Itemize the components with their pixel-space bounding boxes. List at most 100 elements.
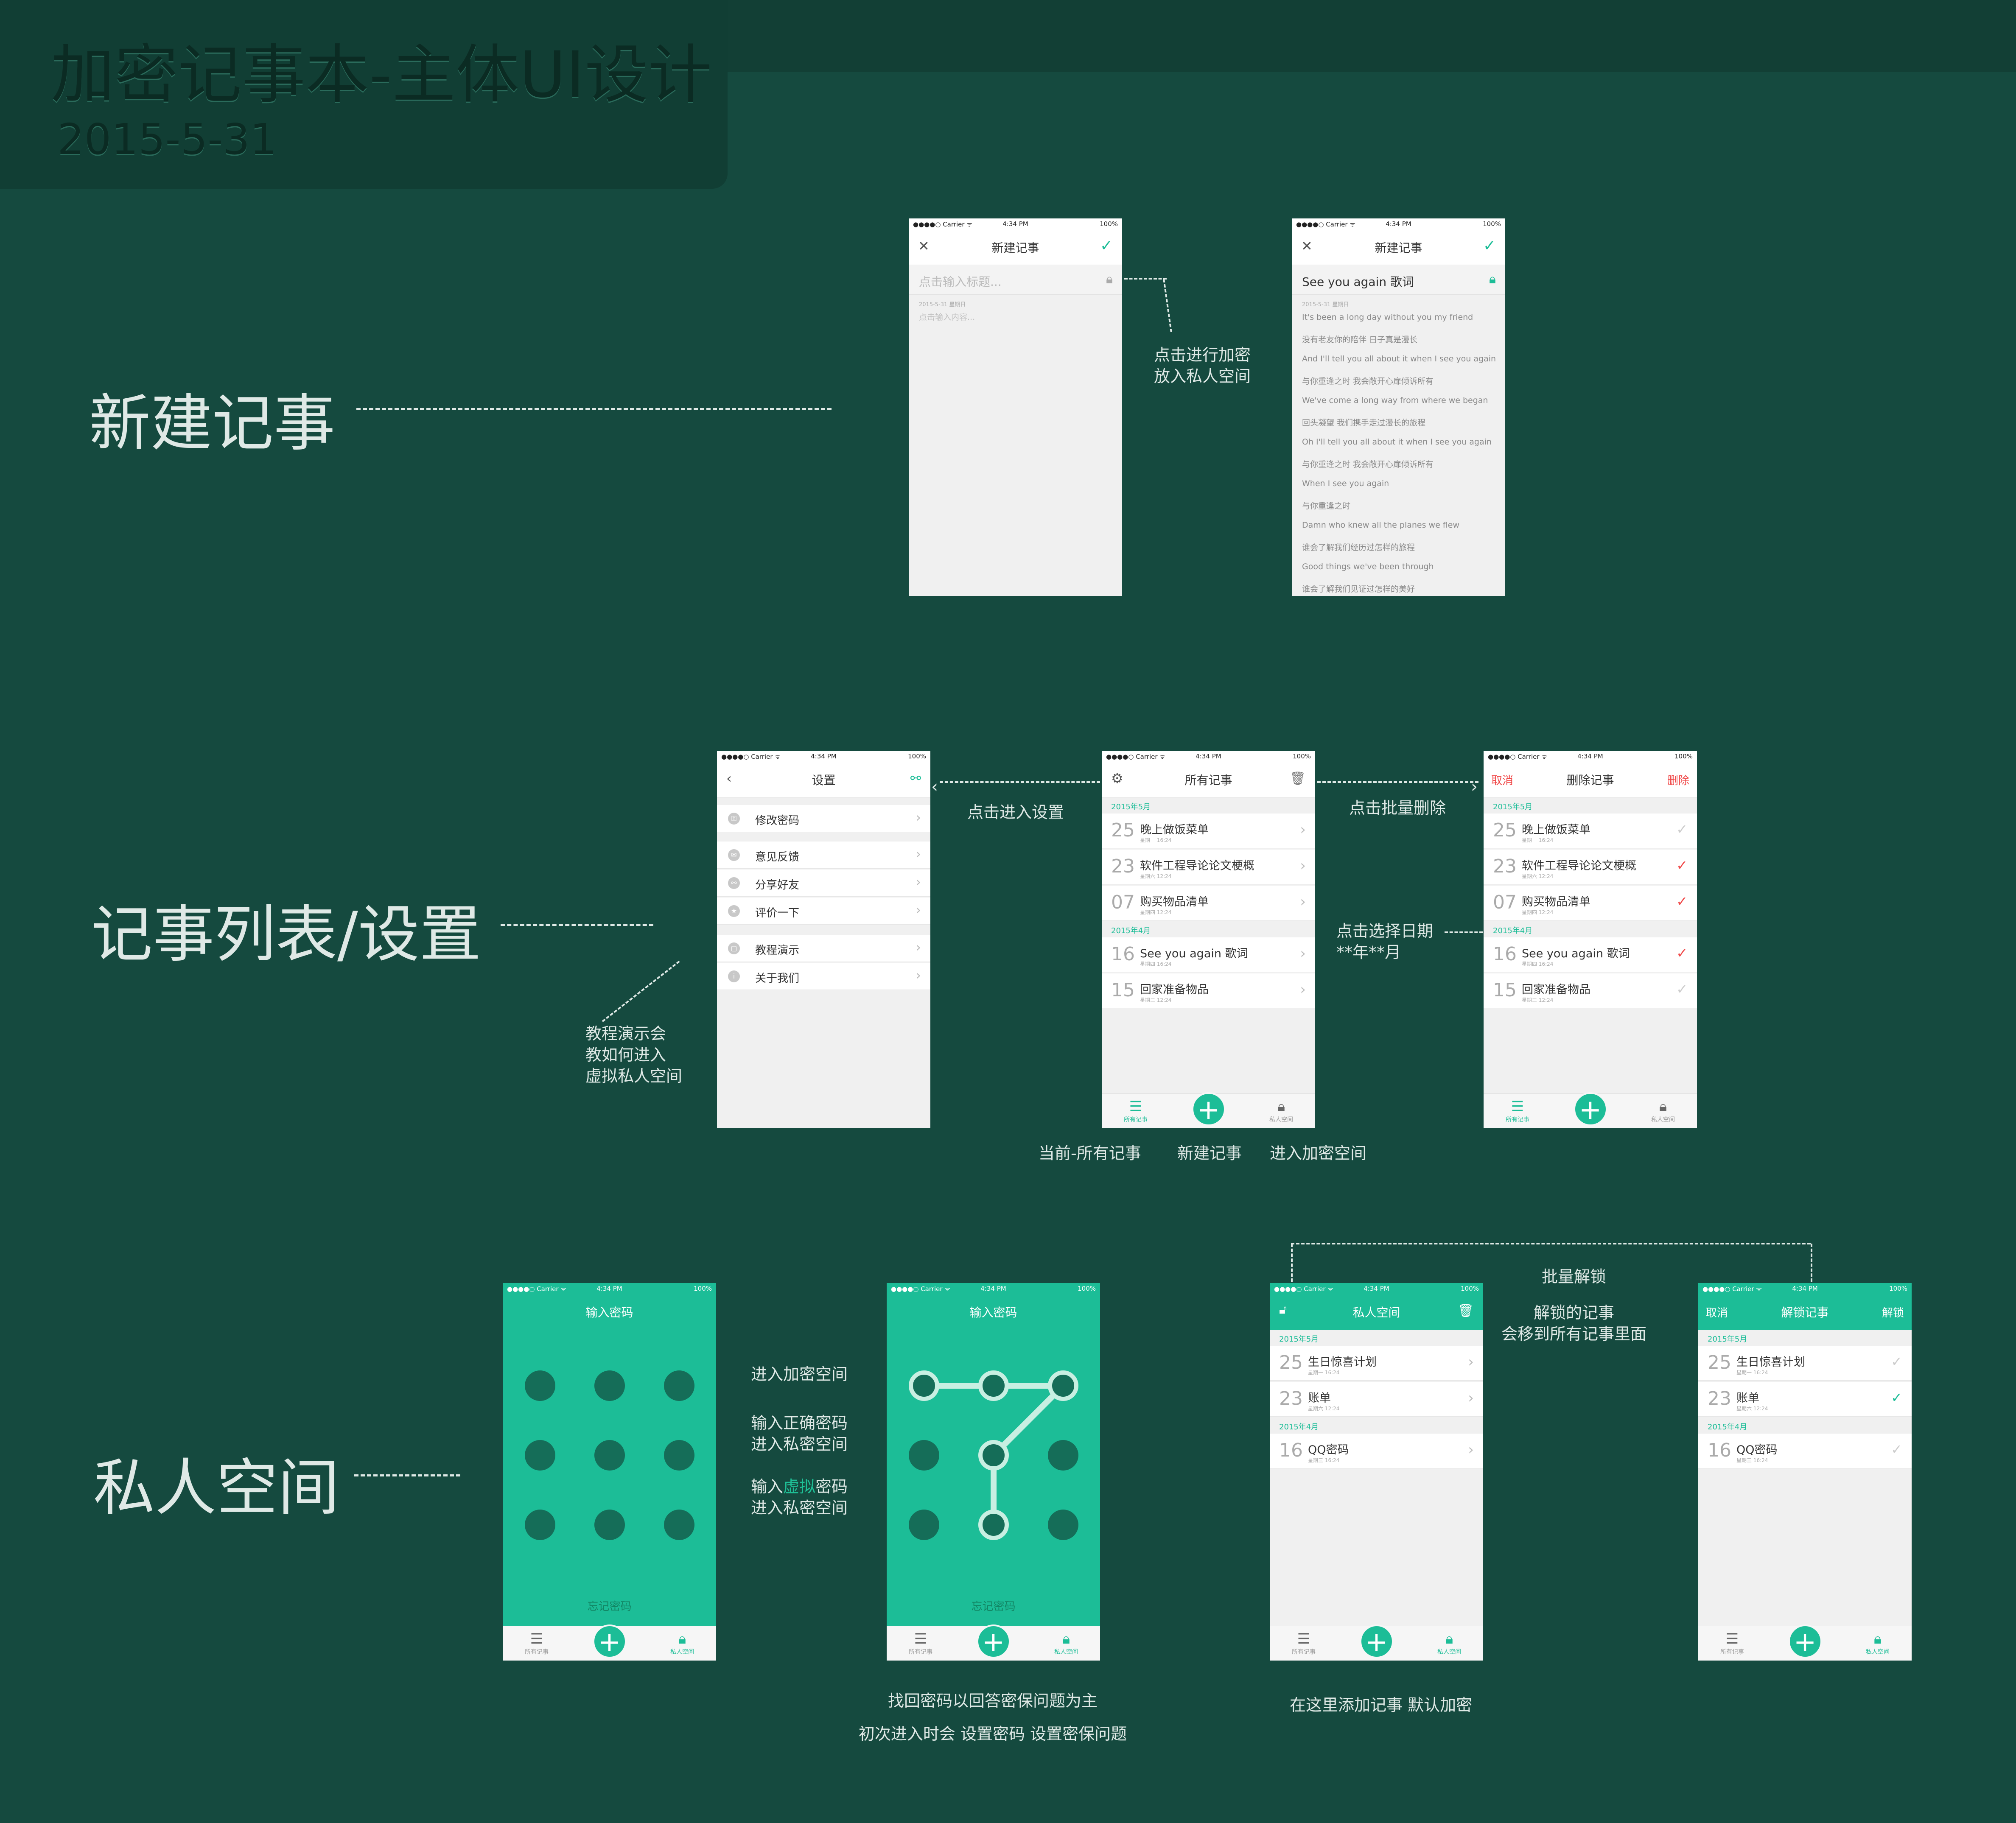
month-header[interactable]: 2015年4月 — [1102, 921, 1315, 937]
add-note-button[interactable]: + — [1191, 1092, 1226, 1126]
pattern-dot[interactable] — [594, 1510, 625, 1540]
status-bar: ●●●●○ Carrier ᯤ 4:34 PM 100% — [717, 751, 930, 762]
tab-all-notes[interactable]: ☰ 所有记事 — [513, 1630, 560, 1656]
pattern-dot[interactable] — [594, 1440, 625, 1471]
check-icon-selected[interactable]: ✓ — [1676, 893, 1688, 909]
lock-icon: 🔒︎ — [1445, 1630, 1453, 1647]
settings-item-share[interactable]: ⚯ 分享好友 › — [717, 870, 930, 897]
trash-icon[interactable]: 🗑︎ — [1290, 771, 1306, 786]
nav-bar: 取消 解锁记事 解锁 — [1698, 1294, 1912, 1330]
settings-item-rate[interactable]: ★ 评价一下 › — [717, 898, 930, 925]
month-header[interactable]: 2015年4月 — [1270, 1418, 1483, 1434]
confirm-check-icon[interactable]: ✓ — [1100, 237, 1113, 254]
settings-item-about[interactable]: i 关于我们 › — [717, 963, 930, 990]
share-icon[interactable]: ⚯ — [910, 771, 921, 786]
section-label-new-note: 新建记事 — [89, 388, 335, 459]
note-row[interactable]: 23 账单 星期六 12:24 ✓ — [1698, 1382, 1912, 1417]
note-row[interactable]: 25 生日惊喜计划 星期一 16:24 ✓ — [1698, 1346, 1912, 1381]
month-header[interactable]: 2015年4月 — [1698, 1418, 1912, 1434]
check-icon[interactable]: ✓ — [1676, 821, 1688, 837]
add-note-button[interactable]: + — [592, 1624, 627, 1658]
settings-item-feedback[interactable]: ✉ 意见反馈 › — [717, 842, 930, 869]
pattern-dot[interactable] — [909, 1440, 939, 1471]
pattern-dot[interactable] — [1048, 1440, 1078, 1471]
pattern-dot-active[interactable] — [978, 1510, 1009, 1540]
add-note-button[interactable]: + — [1359, 1624, 1394, 1658]
lock-icon[interactable]: 🔒︎ — [1489, 272, 1496, 287]
tab-private-space[interactable]: 🔒︎ 私人空间 — [1043, 1630, 1089, 1656]
chevron-right-icon: › — [916, 874, 921, 890]
note-row[interactable]: 23 账单 星期六 12:24 › — [1270, 1382, 1483, 1417]
month-header[interactable]: 2015年5月 — [1698, 1330, 1912, 1346]
title-input-row[interactable]: See you again 歌词 🔒︎ — [1292, 265, 1505, 295]
note-row[interactable]: 15 回家准备物品 星期三 12:24 › — [1102, 973, 1315, 1008]
note-row[interactable]: 25 晚上做饭菜单 星期一 16:24 › — [1102, 814, 1315, 848]
tab-private-space[interactable]: 🔒︎ 私人空间 — [1426, 1630, 1473, 1656]
forgot-password-link[interactable]: 忘记密码 — [887, 1598, 1100, 1613]
pattern-dot-active[interactable] — [978, 1440, 1009, 1471]
title-input-row[interactable]: 点击输入标题... 🔒︎ — [909, 265, 1122, 295]
title-input[interactable]: 点击输入标题... — [919, 273, 1002, 290]
check-icon-selected[interactable]: ✓ — [1676, 857, 1688, 873]
annotation-batch-delete: 点击批量删除 — [1349, 799, 1446, 817]
settings-item-change-password[interactable]: ⚿ 修改密码 › — [717, 805, 930, 832]
title-input[interactable]: See you again 歌词 — [1302, 273, 1414, 290]
pattern-dot-active[interactable] — [909, 1370, 939, 1401]
pattern-dot[interactable] — [664, 1370, 694, 1401]
unlock-button[interactable]: 解锁 — [1882, 1304, 1904, 1320]
forgot-password-link[interactable]: 忘记密码 — [503, 1598, 716, 1613]
month-header[interactable]: 2015年5月 — [1484, 797, 1697, 814]
delete-button[interactable]: 删除 — [1667, 772, 1689, 788]
note-row[interactable]: 15 回家准备物品 星期三 12:24 ✓ — [1484, 973, 1697, 1008]
confirm-check-icon[interactable]: ✓ — [1483, 237, 1496, 254]
settings-item-tutorial[interactable]: ▢ 教程演示 › — [717, 935, 930, 962]
note-row[interactable]: 25 晚上做饭菜单 星期一 16:24 ✓ — [1484, 814, 1697, 848]
tab-private-space[interactable]: 🔒︎ 私人空间 — [1640, 1098, 1686, 1124]
content-input[interactable]: 点击输入内容... — [919, 311, 975, 322]
add-note-button[interactable]: + — [1573, 1092, 1607, 1126]
note-row[interactable]: 07 购买物品清单 星期四 12:24 › — [1102, 886, 1315, 920]
pattern-dot[interactable] — [664, 1440, 694, 1471]
pattern-dot[interactable] — [525, 1510, 555, 1540]
check-icon[interactable]: ✓ — [1891, 1441, 1902, 1457]
nav-title: 私人空间 — [1352, 1306, 1400, 1320]
note-row[interactable]: 16 QQ密码 星期三 16:24 › — [1270, 1434, 1483, 1468]
section-label-private: 私人空间 — [93, 1452, 339, 1524]
note-row[interactable]: 25 生日惊喜计划 星期一 16:24 › — [1270, 1346, 1483, 1381]
pattern-dot[interactable] — [525, 1440, 555, 1471]
content-line: 与你重逢之时 我会敞开心扉倾诉所有 — [1302, 377, 1434, 386]
note-row[interactable]: 16 See you again 歌词 星期四 16:24 ✓ — [1484, 937, 1697, 972]
pattern-dot[interactable] — [909, 1510, 939, 1540]
pattern-dot-active[interactable] — [1048, 1370, 1078, 1401]
pattern-dot[interactable] — [664, 1510, 694, 1540]
month-header[interactable]: 2015年5月 — [1270, 1330, 1483, 1346]
lock-icon[interactable]: 🔒︎ — [1106, 272, 1113, 287]
check-icon[interactable]: ✓ — [1891, 1353, 1902, 1370]
trash-icon[interactable]: 🗑︎ — [1458, 1303, 1474, 1318]
tab-all-notes[interactable]: ☰ 所有记事 — [1709, 1630, 1756, 1656]
tab-all-notes[interactable]: ☰ 所有记事 — [1112, 1098, 1159, 1124]
add-note-button[interactable]: + — [1788, 1624, 1822, 1658]
note-row[interactable]: 16 QQ密码 星期三 16:24 ✓ — [1698, 1434, 1912, 1468]
tab-all-notes[interactable]: ☰ 所有记事 — [897, 1630, 944, 1656]
pattern-dot[interactable] — [525, 1370, 555, 1401]
tab-all-notes[interactable]: ☰ 所有记事 — [1494, 1098, 1541, 1124]
connector-line — [501, 924, 653, 926]
note-row[interactable]: 07 购买物品清单 星期四 12:24 ✓ — [1484, 886, 1697, 920]
note-row[interactable]: 23 软件工程导论论文梗概 星期六 12:24 ✓ — [1484, 850, 1697, 884]
pattern-dot[interactable] — [594, 1370, 625, 1401]
pattern-dot-active[interactable] — [978, 1370, 1009, 1401]
pattern-dot[interactable] — [1048, 1510, 1078, 1540]
month-header[interactable]: 2015年4月 — [1484, 921, 1697, 937]
note-row[interactable]: 16 See you again 歌词 星期四 16:24 › — [1102, 937, 1315, 972]
note-row[interactable]: 23 软件工程导论论文梗概 星期六 12:24 › — [1102, 850, 1315, 884]
tab-private-space[interactable]: 🔒︎ 私人空间 — [659, 1630, 706, 1656]
check-icon-selected[interactable]: ✓ — [1891, 1390, 1902, 1406]
tab-all-notes[interactable]: ☰ 所有记事 — [1280, 1630, 1327, 1656]
check-icon-selected[interactable]: ✓ — [1676, 945, 1688, 961]
tab-private-space[interactable]: 🔒︎ 私人空间 — [1258, 1098, 1305, 1124]
tab-private-space[interactable]: 🔒︎ 私人空间 — [1854, 1630, 1901, 1656]
month-header[interactable]: 2015年5月 — [1102, 797, 1315, 814]
check-icon[interactable]: ✓ — [1676, 981, 1688, 997]
add-note-button[interactable]: + — [976, 1624, 1011, 1658]
